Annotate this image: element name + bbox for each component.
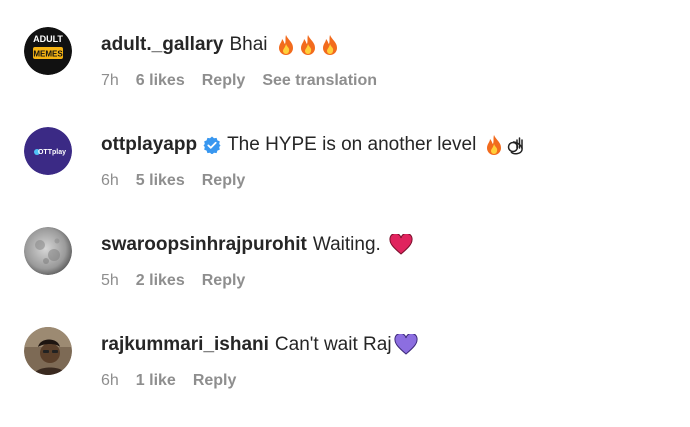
fire-icon xyxy=(320,34,340,56)
comment-text: Waiting. xyxy=(312,234,381,255)
reply-button[interactable]: Reply xyxy=(202,171,246,191)
username[interactable]: ottplayapp xyxy=(101,133,197,157)
fire-icon xyxy=(298,34,318,56)
username[interactable]: swaroopsinhrajpurohit xyxy=(101,233,307,257)
username[interactable]: rajkummari_ishani xyxy=(101,333,269,357)
comment-time: 6h xyxy=(101,372,119,389)
comment-item: ADULT MEMES adult._gallary Bhai 7h 6 lik… xyxy=(0,27,690,127)
purple-heart-icon xyxy=(394,334,418,356)
likes-count[interactable]: 2 likes xyxy=(136,271,185,291)
comment-item: OTTplay ottplayapp The HYPE is on anothe… xyxy=(0,127,690,227)
svg-text:MEMES: MEMES xyxy=(33,50,63,59)
likes-count[interactable]: 5 likes xyxy=(136,171,185,191)
reply-button[interactable]: Reply xyxy=(202,271,246,291)
fire-icon xyxy=(484,134,504,156)
avatar[interactable] xyxy=(24,327,72,375)
reply-button[interactable]: Reply xyxy=(202,71,246,91)
moon-avatar-icon xyxy=(24,227,72,275)
adult-memes-logo-icon: ADULT MEMES xyxy=(24,27,72,75)
ok-hand-icon xyxy=(506,134,526,156)
reply-button[interactable]: Reply xyxy=(193,371,237,391)
ottplay-logo-icon: OTTplay xyxy=(24,127,72,175)
profile-photo-icon xyxy=(24,327,72,375)
see-translation-button[interactable]: See translation xyxy=(262,71,377,91)
comment-text: Can't wait Raj xyxy=(274,334,392,355)
likes-count[interactable]: 6 likes xyxy=(136,71,185,91)
avatar[interactable]: ADULT MEMES xyxy=(24,27,72,75)
verified-badge-icon xyxy=(203,136,221,154)
comment-item: swaroopsinhrajpurohit Waiting. 5h 2 like… xyxy=(0,227,690,327)
comment-time: 6h xyxy=(101,172,119,189)
svg-text:OTTplay: OTTplay xyxy=(38,149,66,156)
username[interactable]: adult._gallary xyxy=(101,33,224,57)
svg-text:ADULT: ADULT xyxy=(33,34,63,44)
comment-item: rajkummari_ishani Can't wait Raj 6h 1 li… xyxy=(0,327,690,427)
likes-count[interactable]: 1 like xyxy=(136,371,176,391)
avatar[interactable] xyxy=(24,227,72,275)
comment-time: 7h xyxy=(101,72,119,89)
comment-time: 5h xyxy=(101,272,119,289)
avatar[interactable]: OTTplay xyxy=(24,127,72,175)
fire-icon xyxy=(276,34,296,56)
comment-text: The HYPE is on another level xyxy=(227,134,477,155)
comment-text: Bhai xyxy=(229,34,268,55)
red-heart-icon xyxy=(389,234,413,256)
